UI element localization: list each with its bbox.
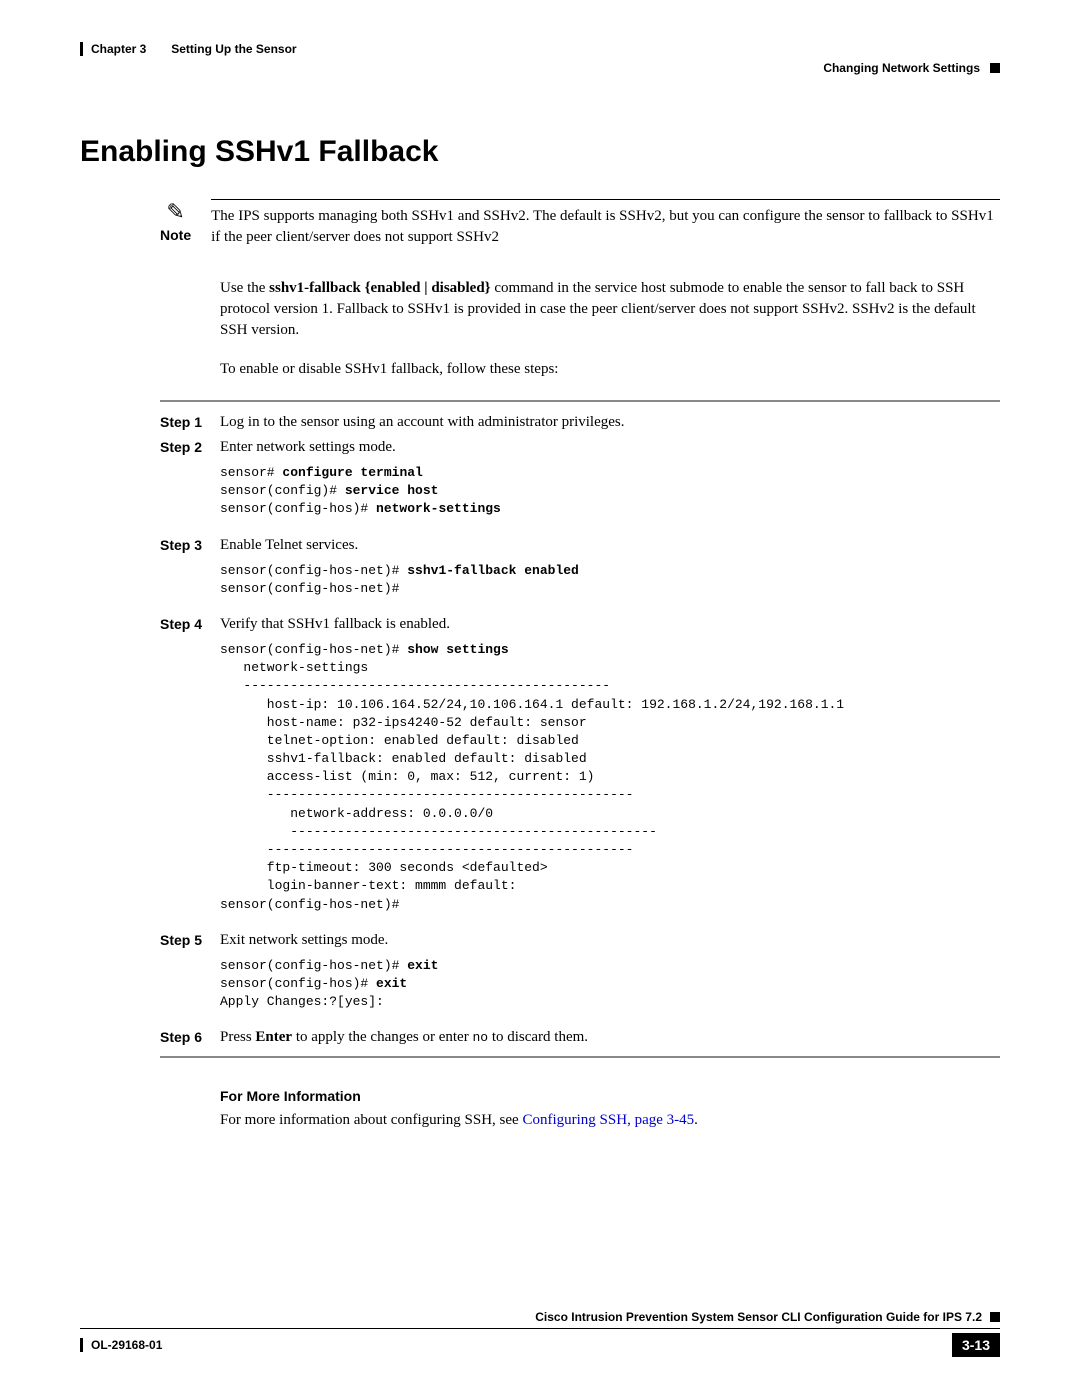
note-block: ✎ Note The IPS supports managing both SS… [160,199,1000,248]
step-text: Exit network settings mode. [220,932,1000,949]
header-marker [80,42,83,56]
step-label: Step 3 [160,537,220,553]
page-header: Chapter 3 Setting Up the Sensor [80,40,1000,58]
steps-bottom-rule [160,1056,1000,1058]
more-info-text: For more information about configuring S… [220,1112,1000,1129]
footer-square-icon [990,1312,1000,1322]
code-block-step3: sensor(config-hos-net)# sshv1-fallback e… [220,562,1000,598]
section-title: Changing Network Settings [823,61,980,75]
page-footer: Cisco Intrusion Prevention System Sensor… [80,1310,1000,1357]
note-label: Note [160,227,191,243]
code-block-step4: sensor(config-hos-net)# show settings ne… [220,641,1000,914]
step-text: Enable Telnet services. [220,537,1000,554]
pencil-icon: ✎ [166,199,184,225]
chapter-title: Setting Up the Sensor [171,42,296,56]
code-block-step2: sensor# configure terminal sensor(config… [220,464,1000,519]
header-square-icon [990,63,1000,73]
step-2: Step 2 Enter network settings mode. [160,439,1000,456]
page-number: 3-13 [952,1333,1000,1357]
note-text: The IPS supports managing both SSHv1 and… [211,206,1000,248]
step-4: Step 4 Verify that SSHv1 fallback is ena… [160,616,1000,633]
step-label: Step 4 [160,616,220,632]
code-block-step5: sensor(config-hos-net)# exit sensor(conf… [220,957,1000,1012]
footer-guide-title: Cisco Intrusion Prevention System Sensor… [535,1310,982,1324]
step-text: Log in to the sensor using an account wi… [220,414,1000,431]
intro-paragraph-2: To enable or disable SSHv1 fallback, fol… [220,359,1000,380]
step-6: Step 6 Press Enter to apply the changes … [160,1029,1000,1046]
page-title: Enabling SSHv1 Fallback [80,135,1000,169]
note-rule [211,199,1000,200]
footer-doc-id: OL-29168-01 [91,1338,162,1352]
step-3: Step 3 Enable Telnet services. [160,537,1000,554]
step-text: Press Enter to apply the changes or ente… [220,1029,1000,1046]
step-5: Step 5 Exit network settings mode. [160,932,1000,949]
chapter-number: Chapter 3 [91,42,146,56]
step-1: Step 1 Log in to the sensor using an acc… [160,414,1000,431]
step-label: Step 1 [160,414,220,430]
link-configuring-ssh[interactable]: Configuring SSH, page 3-45 [522,1112,694,1128]
step-text: Enter network settings mode. [220,439,1000,456]
step-label: Step 2 [160,439,220,455]
step-label: Step 6 [160,1029,220,1045]
intro-paragraph-1: Use the sshv1-fallback {enabled | disabl… [220,278,1000,341]
step-text: Verify that SSHv1 fallback is enabled. [220,616,1000,633]
steps-top-rule [160,400,1000,402]
footer-marker [80,1338,83,1352]
section-header: Changing Network Settings [80,61,1000,75]
step-label: Step 5 [160,932,220,948]
more-info-heading: For More Information [220,1088,1000,1104]
